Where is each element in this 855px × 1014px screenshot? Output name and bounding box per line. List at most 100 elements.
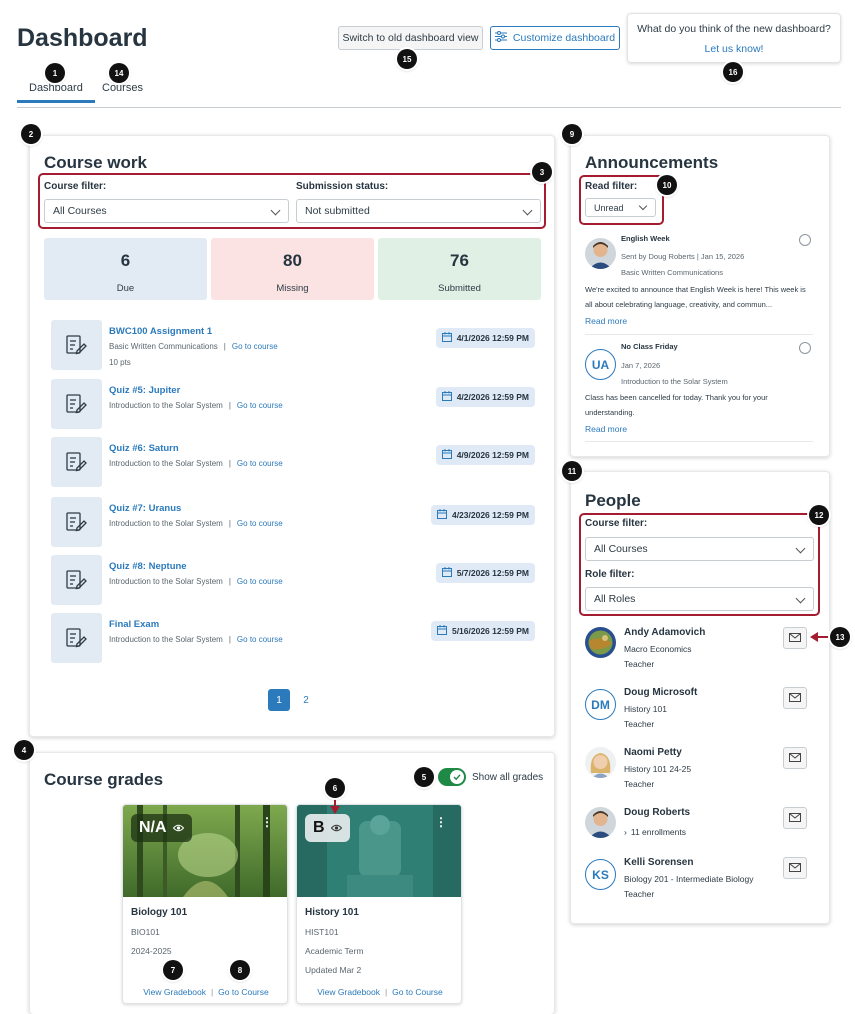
due-date-pill: 4/23/2026 12:59 PM xyxy=(430,505,535,525)
go-to-course-link[interactable]: Go to Course xyxy=(392,987,443,997)
go-to-course-link[interactable]: Go to course xyxy=(237,401,283,410)
mark-read-radio[interactable] xyxy=(799,342,811,354)
tab-dashboard[interactable]: Dashboard xyxy=(17,82,95,103)
go-to-course-link[interactable]: Go to course xyxy=(237,519,283,528)
callout-badge: 12 xyxy=(809,505,829,525)
tab-courses[interactable]: Courses xyxy=(102,82,143,100)
message-button[interactable] xyxy=(783,807,807,829)
chevron-down-icon xyxy=(638,201,648,211)
announcement-meta: Jan 7, 2026 xyxy=(621,361,661,370)
due-date-pill: 4/2/2026 12:59 PM xyxy=(435,387,535,407)
grade-pill: B xyxy=(305,814,350,842)
read-filter-select[interactable]: Unread xyxy=(585,198,656,217)
page-1-button[interactable]: 1 xyxy=(268,689,290,711)
feedback-box: What do you think of the new dashboard? … xyxy=(627,13,841,63)
message-button[interactable] xyxy=(783,687,807,709)
grade-card-links: View Gradebook | Go to Course xyxy=(317,987,443,997)
announcement-course: Introduction to the Solar System xyxy=(621,377,728,386)
read-more-link[interactable]: Read more xyxy=(585,316,627,326)
page-2-button[interactable]: 2 xyxy=(300,689,312,711)
more-options-icon[interactable]: ⋮ xyxy=(261,815,273,829)
course-name: Introduction to the Solar System xyxy=(109,577,223,586)
course-name: Biology 101 xyxy=(131,907,188,918)
calendar-icon xyxy=(441,332,452,344)
message-button[interactable] xyxy=(783,747,807,769)
read-filter-label: Read filter: xyxy=(585,181,638,192)
grade-card-history[interactable]: B ⋮ History 101 HIST101 Academic Term Up… xyxy=(296,804,462,1004)
go-to-course-link[interactable]: Go to Course xyxy=(218,987,269,997)
view-gradebook-link[interactable]: View Gradebook xyxy=(317,987,380,997)
envelope-icon xyxy=(789,809,801,827)
go-to-course-link[interactable]: Go to course xyxy=(232,342,278,351)
assignment-course: Introduction to the Solar System | Go to c… xyxy=(109,577,283,586)
switch-old-dashboard-button[interactable]: Switch to old dashboard view xyxy=(338,26,483,50)
grade-pill: N/A xyxy=(131,814,192,842)
course-code: HIST101 xyxy=(305,927,339,937)
person-course: History 101 xyxy=(624,704,667,714)
person-course: Biology 201 - Intermediate Biology xyxy=(624,874,754,884)
message-button[interactable] xyxy=(783,627,807,649)
course-term: 2024-2025 xyxy=(131,946,172,956)
person-name: Doug Roberts xyxy=(624,807,691,818)
eye-icon[interactable] xyxy=(172,819,184,837)
assignment-title-link[interactable]: Final Exam xyxy=(109,619,159,630)
calendar-icon xyxy=(441,449,452,461)
assignment-title-link[interactable]: BWC100 Assignment 1 xyxy=(109,326,212,337)
course-filter-select[interactable]: All Courses xyxy=(44,199,289,223)
go-to-course-link[interactable]: Go to course xyxy=(237,635,283,644)
callout-badge: 14 xyxy=(109,63,129,83)
chevron-down-icon xyxy=(795,543,806,554)
due-date-pill: 5/16/2026 12:59 PM xyxy=(430,621,535,641)
calendar-icon xyxy=(436,625,447,637)
assignment-title-link[interactable]: Quiz #6: Saturn xyxy=(109,443,179,454)
course-filter-value: All Courses xyxy=(53,205,107,217)
role-filter-value: All Roles xyxy=(594,593,636,605)
role-filter-label: Role filter: xyxy=(585,569,635,580)
stat-count: 76 xyxy=(450,251,469,270)
course-grades-title: Course grades xyxy=(44,770,164,789)
customize-dashboard-button[interactable]: Customize dashboard xyxy=(490,26,620,50)
assignment-title-link[interactable]: Quiz #7: Uranus xyxy=(109,503,181,514)
go-to-course-link[interactable]: Go to course xyxy=(237,577,283,586)
announcement-item[interactable]: English Week Sent by Doug Roberts | Jan … xyxy=(585,234,813,329)
feedback-link[interactable]: Let us know! xyxy=(628,43,840,55)
role-filter-select[interactable]: All Roles xyxy=(585,587,814,611)
assignment-title-link[interactable]: Quiz #8: Neptune xyxy=(109,561,187,572)
envelope-icon xyxy=(789,689,801,707)
show-all-grades-toggle[interactable] xyxy=(438,768,466,786)
avatar xyxy=(585,627,616,658)
avatar: KS xyxy=(585,859,616,890)
stat-due[interactable]: 6 Due xyxy=(44,238,207,300)
grade-card-biology[interactable]: N/A ⋮ Biology 101 BIO101 2024-2025 View … xyxy=(122,804,288,1004)
grade-card-links: View Gradebook | Go to Course xyxy=(143,987,269,997)
callout-badge: 2 xyxy=(21,124,41,144)
announcement-item[interactable]: UA No Class Friday Jan 7, 2026 Introduct… xyxy=(585,342,813,437)
submission-status-select[interactable]: Not submitted xyxy=(296,199,541,223)
announcement-meta: Sent by Doug Roberts | Jan 15, 2026 xyxy=(621,252,745,261)
stat-submitted[interactable]: 76 Submitted xyxy=(378,238,541,300)
mark-read-radio[interactable] xyxy=(799,234,811,246)
view-gradebook-link[interactable]: View Gradebook xyxy=(143,987,206,997)
callout-arrow xyxy=(810,632,832,642)
people-course-filter-select[interactable]: All Courses xyxy=(585,537,814,561)
go-to-course-link[interactable]: Go to course xyxy=(237,459,283,468)
announcement-body: We're excited to announce that English W… xyxy=(585,285,806,309)
enrollments-toggle[interactable]: › 11 enrollments xyxy=(624,827,686,837)
read-more-link[interactable]: Read more xyxy=(585,424,627,434)
assignment-title-link[interactable]: Quiz #5: Jupiter xyxy=(109,385,180,396)
tab-bar: Dashboard Courses xyxy=(17,82,841,108)
avatar: DM xyxy=(585,689,616,720)
more-options-icon[interactable]: ⋮ xyxy=(435,815,447,829)
stat-missing[interactable]: 80 Missing xyxy=(211,238,374,300)
eye-icon[interactable] xyxy=(330,819,342,837)
sliders-icon xyxy=(494,31,507,45)
course-work-title: Course work xyxy=(44,153,147,172)
course-code: BIO101 xyxy=(131,927,160,937)
assignment-icon xyxy=(51,437,102,487)
course-name: Introduction to the Solar System xyxy=(109,635,223,644)
person-name: Doug Microsoft xyxy=(624,687,698,698)
divider xyxy=(585,441,813,442)
callout-badge: 5 xyxy=(414,767,434,787)
page-title: Dashboard xyxy=(17,24,148,52)
message-button[interactable] xyxy=(783,857,807,879)
